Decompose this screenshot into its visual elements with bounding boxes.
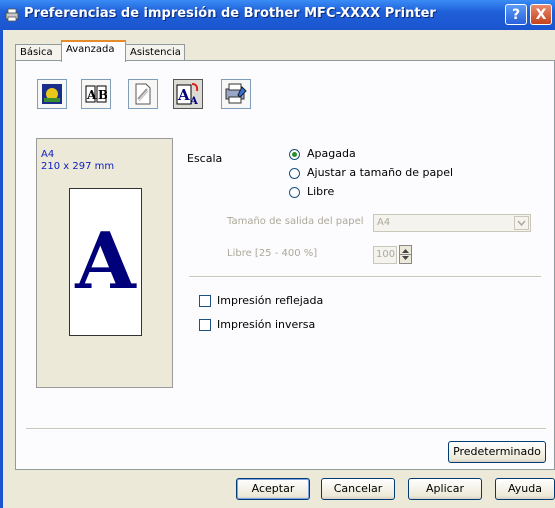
paper-dimensions: 210 x 297 mm xyxy=(41,161,115,172)
mirror-print-label[interactable]: Impresión reflejada xyxy=(217,294,323,307)
output-paper-value: A4 xyxy=(377,217,391,228)
printer-icon xyxy=(5,8,19,22)
svg-text:A: A xyxy=(189,96,198,106)
free-scale-value: 100 xyxy=(376,249,396,260)
free-scale-label[interactable]: Libre xyxy=(307,185,334,198)
duplex-booklet-icon: A B xyxy=(85,85,107,103)
color-settings-button[interactable] xyxy=(37,79,67,109)
help-title-button[interactable]: ? xyxy=(505,4,527,25)
svg-text:A: A xyxy=(177,86,190,104)
default-button[interactable]: Predeterminado xyxy=(448,441,546,463)
close-button[interactable]: X xyxy=(530,4,552,25)
apply-button[interactable]: Aplicar xyxy=(408,478,482,500)
color-settings-icon xyxy=(42,84,62,104)
select-arrow[interactable] xyxy=(514,216,529,230)
advanced-panel: A B A A A4 210 x 297 mm A Escala Apagada… xyxy=(15,60,555,470)
duplex-booklet-button[interactable]: A B xyxy=(81,79,111,109)
paper-size-info: A4 210 x 297 mm xyxy=(41,149,114,173)
paper-name: A4 xyxy=(41,149,55,160)
spinner-arrows-icon xyxy=(400,249,411,260)
tab-asistencia[interactable]: Asistencia xyxy=(125,44,185,61)
other-print-options-button[interactable] xyxy=(221,79,251,109)
free-scale-input[interactable]: 100 xyxy=(373,246,397,264)
output-paper-select[interactable]: A4 xyxy=(373,214,531,232)
title-bar[interactable]: Preferencias de impresión de Brother MFC… xyxy=(0,0,555,30)
free-scale-range-label: Libre [25 - 400 %] xyxy=(227,248,318,259)
tab-basica[interactable]: Básica xyxy=(15,44,62,61)
options-separator xyxy=(189,276,541,278)
free-scale-radio[interactable] xyxy=(289,187,300,198)
paper-preview: A4 210 x 297 mm A xyxy=(36,138,173,388)
scaling-label: Escala xyxy=(187,152,223,165)
fit-to-paper-radio[interactable] xyxy=(289,168,300,179)
scaling-off-label[interactable]: Apagada xyxy=(307,147,356,160)
reverse-print-checkbox[interactable] xyxy=(199,319,211,331)
output-paper-label: Tamaño de salida del papel xyxy=(227,216,364,227)
watermark-icon xyxy=(135,83,151,105)
window-title: Preferencias de impresión de Brother MFC… xyxy=(24,6,436,21)
chevron-down-icon xyxy=(517,220,526,227)
other-print-options-icon xyxy=(225,83,247,104)
tab-avanzada[interactable]: Avanzada xyxy=(61,40,126,62)
window-border xyxy=(0,30,3,508)
watermark-button[interactable] xyxy=(128,79,158,109)
svg-text:A: A xyxy=(86,88,97,102)
print-preferences-dialog: Preferencias de impresión de Brother MFC… xyxy=(0,0,555,508)
preview-glyph: A xyxy=(75,216,136,307)
reverse-print-label[interactable]: Impresión inversa xyxy=(217,318,315,331)
svg-text:B: B xyxy=(98,88,107,102)
free-scale-spinner[interactable] xyxy=(399,245,412,264)
cancel-button[interactable]: Cancelar xyxy=(321,478,395,500)
bottom-separator xyxy=(26,428,546,430)
ok-button[interactable]: Aceptar xyxy=(236,478,310,500)
help-button[interactable]: Ayuda xyxy=(495,478,555,500)
scaling-icon: A A xyxy=(176,83,199,106)
scaling-button[interactable]: A A xyxy=(173,79,203,109)
preview-page: A xyxy=(69,188,142,336)
fit-to-paper-label[interactable]: Ajustar a tamaño de papel xyxy=(307,166,453,179)
scaling-off-radio[interactable] xyxy=(289,149,300,160)
mirror-print-checkbox[interactable] xyxy=(199,295,211,307)
